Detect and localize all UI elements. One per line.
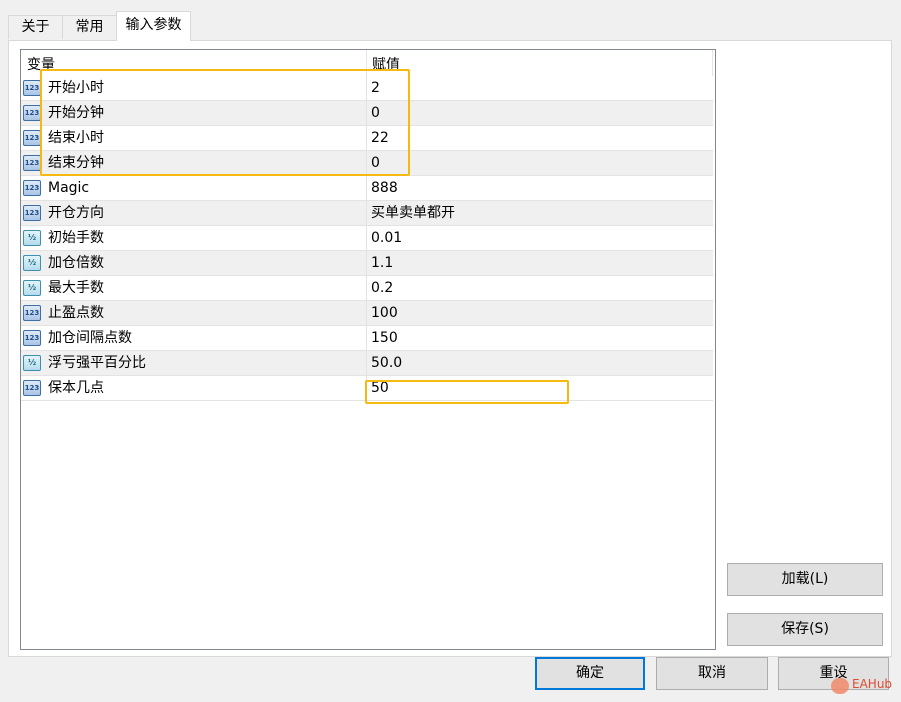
double-icon: ½ — [23, 355, 41, 371]
column-divider — [366, 176, 367, 200]
parameter-value[interactable]: 0.2 — [371, 276, 393, 300]
column-divider — [366, 301, 367, 325]
table-row[interactable]: 123 保本几点 50 — [21, 376, 713, 401]
parameter-name: 保本几点 — [48, 380, 104, 396]
parameter-value[interactable]: 0.01 — [371, 226, 402, 250]
parameter-value[interactable]: 50.0 — [371, 351, 402, 375]
parameter-value[interactable]: 100 — [371, 301, 398, 325]
table-row[interactable]: ½ 加仓倍数 1.1 — [21, 251, 713, 276]
parameter-name: 结束小时 — [48, 130, 104, 146]
column-divider — [366, 351, 367, 375]
table-row[interactable]: 123 止盈点数 100 — [21, 301, 713, 326]
integer-icon: 123 — [23, 105, 41, 121]
table-row[interactable]: ½ 初始手数 0.01 — [21, 226, 713, 251]
column-divider — [366, 326, 367, 350]
save-button[interactable]: 保存(S) — [727, 613, 883, 646]
column-divider — [366, 151, 367, 175]
parameter-name: 开始小时 — [48, 80, 104, 96]
parameter-name: 初始手数 — [48, 230, 104, 246]
parameter-value[interactable]: 0 — [371, 151, 380, 175]
table-row[interactable]: 123 开始分钟 0 — [21, 101, 713, 126]
parameter-value[interactable]: 150 — [371, 326, 398, 350]
double-icon: ½ — [23, 255, 41, 271]
table-row[interactable]: 123 结束分钟 0 — [21, 151, 713, 176]
parameter-name: 开仓方向 — [48, 205, 104, 221]
integer-icon: 123 — [23, 155, 41, 171]
table-row[interactable]: 123 加仓间隔点数 150 — [21, 326, 713, 351]
column-header-variable[interactable]: 变量 — [21, 50, 366, 76]
parameter-value[interactable]: 22 — [371, 126, 389, 150]
parameter-name: Magic — [48, 180, 90, 196]
column-divider — [366, 226, 367, 250]
parameter-value[interactable]: 50 — [371, 376, 389, 400]
grid-header: 变量 赋值 — [21, 50, 713, 76]
watermark-text: EAHub — [852, 677, 893, 691]
parameter-name: 浮亏强平百分比 — [48, 355, 146, 371]
parameter-name: 加仓间隔点数 — [48, 330, 132, 346]
column-divider — [366, 76, 367, 100]
tab-input-params[interactable]: 输入参数 — [116, 11, 191, 41]
column-divider — [366, 101, 367, 125]
parameter-name: 止盈点数 — [48, 305, 104, 321]
column-divider — [366, 376, 367, 400]
table-row[interactable]: ½ 浮亏强平百分比 50.0 — [21, 351, 713, 376]
parameter-value[interactable]: 买单卖单都开 — [371, 201, 455, 225]
parameter-value[interactable]: 2 — [371, 76, 380, 100]
column-divider — [366, 251, 367, 275]
parameter-value[interactable]: 0 — [371, 101, 380, 125]
integer-icon: 123 — [23, 180, 41, 196]
column-divider — [366, 126, 367, 150]
load-button[interactable]: 加载(L) — [727, 563, 883, 596]
ok-button[interactable]: 确定 — [535, 657, 645, 690]
parameter-name: 加仓倍数 — [48, 255, 104, 271]
parameter-grid: 变量 赋值 123 开始小时 2 123 开始分钟 0 123 结束小时 22 123 结束分钟 0 1… — [20, 49, 716, 650]
parameter-name: 最大手数 — [48, 280, 104, 296]
watermark-logo-icon — [831, 678, 849, 694]
integer-icon: 123 — [23, 130, 41, 146]
double-icon: ½ — [23, 280, 41, 296]
column-header-value[interactable]: 赋值 — [366, 50, 712, 76]
parameter-name: 结束分钟 — [48, 155, 104, 171]
column-divider — [366, 201, 367, 225]
integer-icon: 123 — [23, 330, 41, 346]
column-divider — [366, 276, 367, 300]
integer-icon: 123 — [23, 205, 41, 221]
tab-about[interactable]: 关于 — [8, 15, 63, 39]
parameter-name: 开始分钟 — [48, 105, 104, 121]
table-row[interactable]: 123 Magic 888 — [21, 176, 713, 201]
integer-icon: 123 — [23, 380, 41, 396]
table-row[interactable]: 123 开仓方向 买单卖单都开 — [21, 201, 713, 226]
table-row[interactable]: 123 开始小时 2 — [21, 76, 713, 101]
parameter-value[interactable]: 888 — [371, 176, 398, 200]
integer-icon: 123 — [23, 80, 41, 96]
parameter-value[interactable]: 1.1 — [371, 251, 393, 275]
table-row[interactable]: 123 结束小时 22 — [21, 126, 713, 151]
cancel-button[interactable]: 取消 — [656, 657, 768, 690]
tab-common[interactable]: 常用 — [62, 15, 117, 39]
table-row[interactable]: ½ 最大手数 0.2 — [21, 276, 713, 301]
double-icon: ½ — [23, 230, 41, 246]
integer-icon: 123 — [23, 305, 41, 321]
